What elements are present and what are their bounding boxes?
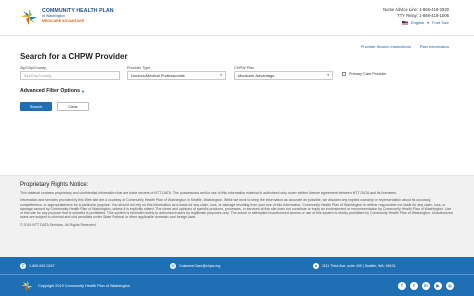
phone-icon: ✆ bbox=[20, 263, 26, 269]
social-links: f t in ▶ ◎ bbox=[398, 282, 454, 290]
footer-address-text: 1111 Third Ave, suite 400 | Seattle, WA,… bbox=[322, 264, 396, 268]
primary-care-label: Primary Care Provider bbox=[349, 72, 387, 76]
chevron-down-icon: ▾ bbox=[327, 73, 329, 77]
search-button[interactable]: Search bbox=[20, 102, 52, 111]
plan-information-link[interactable]: Plan Information bbox=[420, 44, 449, 49]
plan-value: Medicare Advantage bbox=[238, 73, 275, 78]
twitter-icon[interactable]: t bbox=[410, 282, 418, 290]
footer-phone[interactable]: ✆ 1-800-942-0247 bbox=[20, 263, 55, 269]
provider-type-value: Doctors/Medical Professionals bbox=[131, 73, 185, 78]
us-flag-icon bbox=[401, 21, 408, 25]
facebook-icon[interactable]: f bbox=[398, 282, 406, 290]
advanced-filter-label: Advanced Filter Options bbox=[20, 88, 80, 94]
help-links: Provider Search Instructions Plan Inform… bbox=[361, 44, 449, 49]
provider-search-instructions-link[interactable]: Provider Search Instructions bbox=[361, 44, 411, 49]
logo-wordmark: COMMUNITY HEALTH PLAN of Washington MEDI… bbox=[42, 8, 114, 23]
footer-email[interactable]: ✉ CustomerCare@chpw.org bbox=[170, 263, 220, 269]
linkedin-icon[interactable]: in bbox=[422, 282, 430, 290]
footer-phone-text: 1-800-942-0247 bbox=[29, 264, 55, 268]
language-selector[interactable]: English bbox=[411, 20, 424, 26]
proprietary-notice: Proprietary Rights Notice: This material… bbox=[0, 175, 474, 257]
header-contact: Nurse Advice Line: 1-866-418-2920 TTY Re… bbox=[383, 7, 449, 26]
plan-label: CHPW Plan bbox=[234, 66, 255, 70]
footer-address: ● 1111 Third Ave, suite 400 | Seattle, W… bbox=[313, 263, 396, 269]
zip-label: Zip/City/County bbox=[20, 66, 46, 70]
notice-paragraph-3: © 2019 NTT DATA Services. All Rights Res… bbox=[20, 222, 97, 227]
chevron-down-icon: ▾ bbox=[81, 88, 84, 94]
advanced-filter-toggle[interactable]: Advanced Filter Options ▾ bbox=[20, 88, 84, 94]
provider-type-label: Provider Type bbox=[127, 66, 151, 70]
mail-icon: ✉ bbox=[170, 263, 176, 269]
location-pin-icon: ● bbox=[313, 263, 319, 269]
youtube-icon[interactable]: ▶ bbox=[434, 282, 442, 290]
font-size-control[interactable]: Font Size bbox=[432, 20, 449, 26]
primary-care-provider-option[interactable]: Primary Care Provider bbox=[342, 72, 387, 76]
site-header: COMMUNITY HEALTH PLAN of Washington MEDI… bbox=[0, 0, 474, 36]
site-footer: ✆ 1-800-942-0247 ✉ CustomerCare@chpw.org… bbox=[0, 257, 474, 296]
notice-paragraph-2: Information and services provided by thi… bbox=[20, 198, 453, 220]
footer-contact-row: ✆ 1-800-942-0247 ✉ CustomerCare@chpw.org… bbox=[0, 257, 474, 275]
footer-email-text: CustomerCare@chpw.org bbox=[179, 264, 221, 268]
chevron-down-icon: ▾ bbox=[220, 73, 222, 77]
page-title: Search for a CHPW Provider bbox=[20, 52, 128, 61]
footer-logo-icon bbox=[21, 280, 33, 292]
instagram-icon[interactable]: ◎ bbox=[446, 282, 454, 290]
zip-city-county-input[interactable] bbox=[20, 71, 120, 80]
notice-paragraph-1: This material contains proprietary and c… bbox=[20, 191, 397, 195]
notice-heading: Proprietary Rights Notice: bbox=[20, 182, 89, 188]
tty-relay-line: TTY Relay: 1-866-418-1006 bbox=[397, 13, 449, 18]
primary-care-checkbox[interactable] bbox=[342, 72, 346, 76]
chpw-logo-icon[interactable] bbox=[19, 7, 39, 27]
chevron-down-icon[interactable]: ▾ bbox=[427, 20, 429, 26]
provider-type-select[interactable]: Doctors/Medical Professionals ▾ bbox=[127, 71, 226, 80]
clear-button[interactable]: Clear bbox=[57, 102, 89, 111]
plan-select[interactable]: Medicare Advantage ▾ bbox=[234, 71, 333, 80]
footer-copyright: Copyright 2019 Community Health Plan of … bbox=[38, 284, 130, 288]
logo-medicare: MEDICARE ADVANTAGE bbox=[42, 18, 85, 23]
